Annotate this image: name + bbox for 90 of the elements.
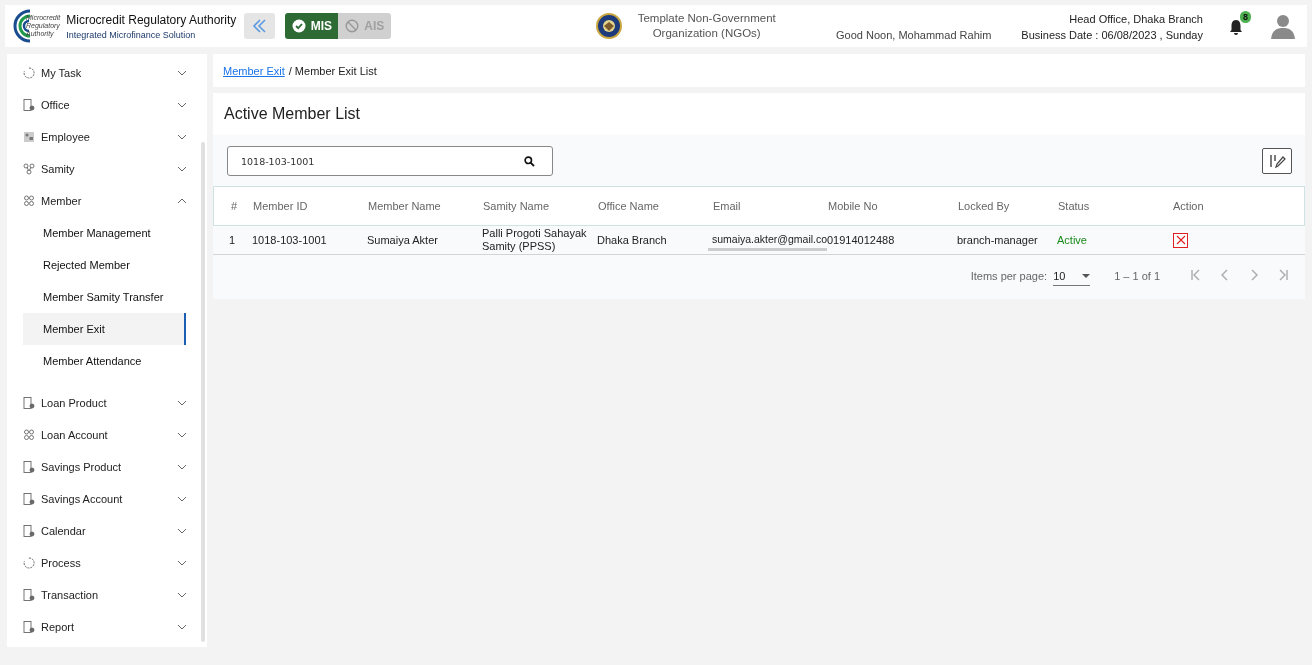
- people-icon: [23, 429, 35, 441]
- document-icon: [23, 589, 35, 601]
- bell-icon[interactable]: [1229, 19, 1243, 35]
- sidebar-item[interactable]: Savings Product: [7, 451, 201, 483]
- avatar-icon[interactable]: [1271, 13, 1295, 39]
- collapse-button[interactable]: [244, 13, 276, 39]
- sidebar-item[interactable]: Process: [7, 547, 201, 579]
- sidebar-item[interactable]: Loan Product: [7, 387, 201, 419]
- people-icon: [23, 195, 35, 207]
- greeting-text: Good Noon, Mohammad Rahim: [836, 29, 992, 41]
- page-title: Active Member List: [213, 93, 1305, 135]
- sidebar-item[interactable]: Office: [7, 89, 201, 121]
- chevron-down-icon: [177, 560, 187, 566]
- sidebar-item[interactable]: Transaction: [7, 579, 201, 611]
- page-size-select[interactable]: 10: [1053, 266, 1091, 286]
- chevron-down-icon: [177, 592, 187, 598]
- document-icon: [23, 99, 35, 111]
- document-icon: [23, 621, 35, 633]
- items-per-page-label: Items per page:: [970, 270, 1048, 282]
- blocked-icon: [345, 19, 360, 33]
- table-cell-text: Sumaiya Akter: [366, 233, 439, 247]
- sidebar-item[interactable]: Loan Account: [7, 419, 201, 451]
- column-header: #: [230, 200, 239, 212]
- document-icon: [23, 525, 35, 537]
- column-header: Action: [1172, 200, 1205, 212]
- column-header: Office Name: [597, 200, 660, 212]
- table-cell-text: Palli Progoti Sahayak Samity (PPSS): [481, 227, 588, 253]
- check-circle-icon: [291, 19, 306, 33]
- mode-tab[interactable]: MIS: [285, 13, 339, 39]
- double-chevron-icon: [250, 18, 269, 34]
- breadcrumb-text: / Member Exit List: [288, 64, 377, 77]
- caret-icon: [1082, 273, 1091, 278]
- column-header: Member ID: [252, 200, 309, 212]
- sidebar-item[interactable]: Report: [7, 611, 201, 643]
- column-header: Locked By: [957, 200, 1011, 212]
- submenu-item[interactable]: Rejected Member: [23, 249, 186, 281]
- sidebar-item[interactable]: Employee: [7, 121, 201, 153]
- table-cell-text: 1: [228, 233, 237, 247]
- search-field[interactable]: 1018-103-1001: [227, 146, 553, 176]
- id-card-icon: [23, 131, 35, 143]
- page-range: 1 – 1 of 1: [1114, 270, 1160, 282]
- cycle-icon: [23, 557, 35, 569]
- table-cell-text: Dhaka Branch: [596, 233, 668, 247]
- network-icon: [23, 163, 35, 175]
- sidebar-item[interactable]: Samity: [7, 153, 201, 185]
- sidebar-item[interactable]: Calendar: [7, 515, 201, 547]
- chevron-down-icon: [177, 432, 187, 438]
- column-header: Email: [712, 200, 742, 212]
- org-subtitle: Integrated Microfinance Solution: [66, 29, 197, 40]
- table-cell-text: branch-manager: [956, 233, 1039, 247]
- chevron-down-icon: [177, 166, 187, 172]
- delete-button[interactable]: [1173, 232, 1188, 248]
- column-edit-icon: [1267, 152, 1287, 170]
- business-date: Business Date : 06/08/2023 , Sunday: [1021, 29, 1203, 41]
- table-cell: sumaiya.akter@gmail.co: [708, 233, 828, 251]
- chevron-down-icon: [177, 528, 187, 534]
- chevron-down-icon: [177, 400, 187, 406]
- cycle-icon: [23, 67, 35, 79]
- column-header: Mobile No: [827, 200, 879, 212]
- chevron-up-icon: [177, 198, 187, 204]
- chevron-down-icon: [177, 464, 187, 470]
- table-cell-text: Active: [1056, 233, 1088, 247]
- submenu-item[interactable]: Member Management: [23, 217, 186, 249]
- submenu-item[interactable]: Member Samity Transfer: [23, 281, 186, 313]
- notification-badge: 8: [1239, 11, 1251, 23]
- sidebar-item[interactable]: My Task: [7, 57, 201, 89]
- chevron-down-icon: [177, 496, 187, 502]
- org-name: Microcredit Regulatory Authority: [66, 12, 237, 27]
- breadcrumb-link[interactable]: Member Exit: [223, 64, 285, 77]
- table-cell-text: 1018-103-1001: [251, 233, 328, 247]
- ngo-name: Template Non-Government Organization (NGOs): [636, 11, 777, 41]
- close-icon: [1175, 235, 1186, 245]
- chevron-down-icon: [177, 134, 187, 140]
- office-name: Head Office, Dhaka Branch: [1069, 13, 1203, 25]
- emblem-icon: [595, 13, 622, 39]
- search-icon[interactable]: [524, 156, 535, 167]
- sidebar-item[interactable]: Savings Account: [7, 483, 201, 515]
- submenu-item[interactable]: Member Attendance: [23, 345, 186, 377]
- document-icon: [23, 397, 35, 409]
- column-edit-button[interactable]: [1262, 148, 1292, 174]
- submenu-item[interactable]: Member Exit: [23, 313, 186, 345]
- column-header: Samity Name: [482, 200, 551, 212]
- sidebar-item[interactable]: Member: [7, 185, 201, 217]
- chevron-down-icon: [177, 70, 187, 76]
- document-icon: [23, 493, 35, 505]
- document-icon: [23, 461, 35, 473]
- chevron-down-icon: [177, 102, 187, 108]
- chevron-down-icon: [177, 624, 187, 630]
- column-header: Member Name: [367, 200, 442, 212]
- column-header: Status: [1057, 200, 1091, 212]
